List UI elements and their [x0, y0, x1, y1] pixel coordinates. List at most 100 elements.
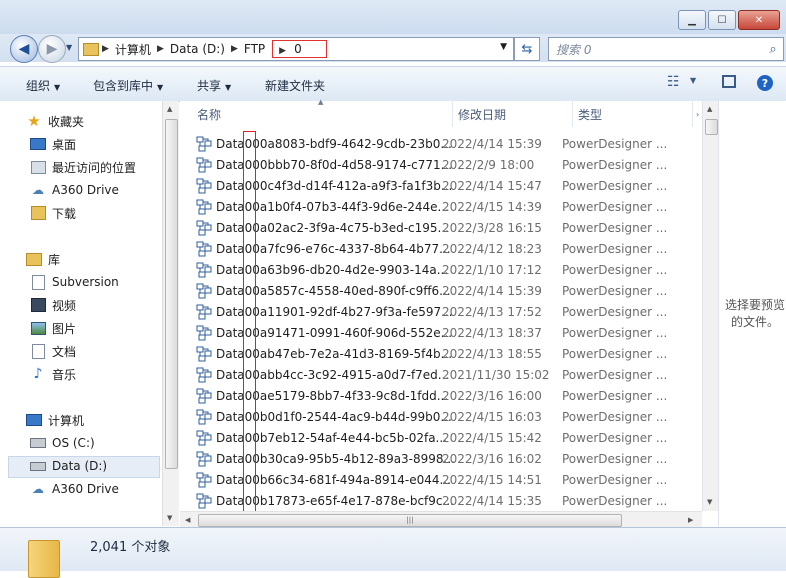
chevron-right-icon[interactable]: ▶ [228, 44, 241, 54]
navigation-pane-scrollbar[interactable]: ▲ ▼ [162, 101, 179, 526]
scroll-down-icon[interactable]: ▼ [167, 514, 172, 522]
chevron-down-icon: ▼ [54, 83, 61, 92]
document-icon [30, 343, 46, 359]
table-row[interactable]: Data00b30ca9-95b5-4b12-89a3-8998... 2022/… [196, 448, 667, 469]
file-list: ▲ 名称 修改日期 类型 › Data000a8083-bdf9-4642-9c… [180, 98, 718, 511]
sidebar-group-computer[interactable]: 计算机 [26, 410, 84, 430]
table-row[interactable]: Data00b17873-e65f-4e17-878e-bcf9c... 2022… [196, 490, 667, 511]
chevron-right-icon[interactable]: ▶ [154, 44, 167, 54]
column-divider[interactable] [692, 101, 693, 127]
column-header-modified[interactable]: 修改日期 [458, 101, 506, 127]
breadcrumb-computer[interactable]: 计算机 [112, 41, 154, 58]
table-row[interactable]: Data00a5857c-4558-40ed-890f-c9ff6... 2022… [196, 280, 667, 301]
star-icon: ★ [27, 112, 41, 130]
table-row[interactable]: Data00ab47eb-7e2a-41d3-8169-5f4b... 2022/… [196, 343, 667, 364]
table-row[interactable]: Data00a91471-0991-460f-906d-552e... 2022/… [196, 322, 667, 343]
recent-pages-dropdown-icon[interactable]: ▼ [66, 43, 72, 52]
sidebar-item-a360-drive-2[interactable]: ☁ A360 Drive [30, 479, 119, 499]
sidebar-item-label: 视频 [52, 298, 77, 313]
file-modified-date: 2022/4/15 15:42 [442, 430, 542, 445]
table-row[interactable]: Data00a02ac2-3f9a-4c75-b3ed-c195... 2022/… [196, 217, 667, 238]
scroll-down-icon[interactable]: ▼ [707, 498, 712, 506]
table-row[interactable]: Data00a63b96-db20-4d2e-9903-14a... 2022/1… [196, 259, 667, 280]
scrollbar-thumb[interactable] [705, 119, 718, 135]
scrollbar-thumb[interactable] [165, 119, 178, 469]
back-button[interactable]: ◀ [10, 35, 38, 63]
column-header-more[interactable]: › [696, 101, 699, 127]
file-modified-date: 2022/4/15 14:39 [442, 199, 542, 214]
scroll-right-icon[interactable]: ▶ [688, 516, 693, 524]
scroll-up-icon[interactable]: ▲ [707, 105, 712, 113]
view-dropdown-icon[interactable]: ▼ [690, 76, 696, 85]
file-list-scrollbar[interactable]: ▲ ▼ [702, 101, 719, 511]
close-button[interactable]: ✕ [738, 10, 780, 30]
help-button[interactable]: ? [757, 75, 773, 91]
table-row[interactable]: Data000c4f3d-d14f-412a-a9f3-fa1f3b... 202… [196, 175, 667, 196]
search-input[interactable]: 搜索 0 [549, 41, 763, 58]
sidebar-item-pictures[interactable]: 图片 [30, 318, 76, 338]
sidebar-item-downloads[interactable]: 下载 [30, 203, 76, 223]
table-row[interactable]: Data00b0d1f0-2544-4ac9-b44d-99b0... 2022/… [196, 406, 667, 427]
preview-pane-icon[interactable] [722, 75, 736, 88]
recent-places-icon [30, 160, 46, 174]
file-modified-date: 2022/4/14 15:39 [442, 136, 542, 151]
file-modified-date: 2022/4/14 15:35 [442, 493, 542, 508]
powerdesigner-file-icon [196, 346, 212, 362]
minimize-button[interactable]: ▁ [678, 10, 706, 30]
include-in-library-menu[interactable]: 包含到库中 ▼ [93, 77, 163, 94]
scrollbar-thumb[interactable]: ||| [198, 514, 622, 527]
breadcrumb-current-folder[interactable]: ▶ 0 [272, 40, 327, 58]
file-type: PowerDesigner ... [562, 388, 668, 403]
table-row[interactable]: Data00a1b0f4-07b3-44f3-9d6e-244e... 2022/… [196, 196, 667, 217]
table-row[interactable]: Data000a8083-bdf9-4642-9cdb-23b0... 2022/… [196, 133, 667, 154]
forward-button[interactable]: ▶ [38, 35, 66, 63]
new-folder-button[interactable]: 新建文件夹 [265, 77, 325, 94]
sidebar-item-subversion[interactable]: Subversion [30, 272, 119, 292]
table-row[interactable]: Data00b66c34-681f-494a-8914-e044... 2022/… [196, 469, 667, 490]
file-type: PowerDesigner ... [562, 430, 668, 445]
table-row[interactable]: Data000bbb70-8f0d-4d58-9174-c771... 2022/… [196, 154, 667, 175]
sidebar-item-documents[interactable]: 文档 [30, 341, 76, 361]
organize-menu[interactable]: 组织 ▼ [26, 77, 60, 94]
sidebar-item-desktop[interactable]: 桌面 [30, 134, 76, 154]
address-dropdown-icon[interactable]: ▼ [500, 42, 507, 52]
share-menu[interactable]: 共享 ▼ [197, 77, 231, 94]
address-bar[interactable]: ▶ 计算机 ▶ Data (D:) ▶ FTP ▶ 0 ▼ [78, 37, 514, 61]
sidebar-item-a360-drive[interactable]: ☁ A360 Drive [30, 180, 119, 200]
share-label: 共享 [197, 79, 222, 93]
sidebar-item-music[interactable]: ♪ 音乐 [30, 364, 76, 384]
refresh-button[interactable]: ⇆ [514, 37, 540, 61]
title-bar: ▁ ☐ ✕ [0, 0, 786, 34]
search-box[interactable]: 搜索 0 ⌕ [548, 37, 784, 61]
horizontal-scrollbar[interactable]: ◀ ||| ▶ [180, 511, 702, 528]
sidebar-item-os-c[interactable]: OS (C:) [30, 433, 95, 453]
table-row[interactable]: Data00abb4cc-3c92-4915-a0d7-f7ed... 2021/… [196, 364, 667, 385]
table-row[interactable]: Data00b7eb12-54af-4e44-bc5b-02fa... 2022/… [196, 427, 667, 448]
column-header-type[interactable]: 类型 [578, 101, 602, 127]
chevron-right-icon[interactable]: ▶ [99, 44, 112, 54]
table-row[interactable]: Data00a11901-92df-4b27-9f3a-fe597... 2022… [196, 301, 667, 322]
column-divider[interactable] [452, 101, 453, 127]
search-icon[interactable]: ⌕ [763, 42, 783, 57]
table-row[interactable]: Data00ae5179-8bb7-4f33-9c8d-1fdd... 2022/… [196, 385, 667, 406]
file-type: PowerDesigner ... [562, 367, 668, 382]
file-type: PowerDesigner ... [562, 262, 668, 277]
column-header-name[interactable]: 名称 [197, 101, 221, 127]
sidebar-item-recent-places[interactable]: 最近访问的位置 [30, 157, 136, 177]
scroll-left-icon[interactable]: ◀ [185, 516, 190, 524]
highlight-box [243, 131, 256, 514]
sidebar-item-data-d[interactable]: Data (D:) [30, 456, 107, 476]
breadcrumb-data-drive[interactable]: Data (D:) [167, 42, 228, 56]
sidebar-group-libraries[interactable]: 库 [26, 249, 60, 269]
libraries-label: 库 [48, 252, 61, 267]
view-options-icon[interactable]: ☷ [667, 74, 680, 90]
navigation-bar: ◀ ▶ ▼ ▶ 计算机 ▶ Data (D:) ▶ FTP ▶ 0 ▼ ⇆ 搜索 … [0, 34, 786, 63]
breadcrumb-ftp[interactable]: FTP [241, 42, 268, 56]
powerdesigner-file-icon [196, 451, 212, 467]
scroll-up-icon[interactable]: ▲ [167, 105, 172, 113]
column-divider[interactable] [572, 101, 573, 127]
sidebar-item-videos[interactable]: 视频 [30, 295, 76, 315]
table-row[interactable]: Data00a7fc96-e76c-4337-8b64-4b77... 2022/… [196, 238, 667, 259]
sidebar-group-favorites[interactable]: ★ 收藏夹 [26, 111, 84, 131]
maximize-button[interactable]: ☐ [708, 10, 736, 30]
